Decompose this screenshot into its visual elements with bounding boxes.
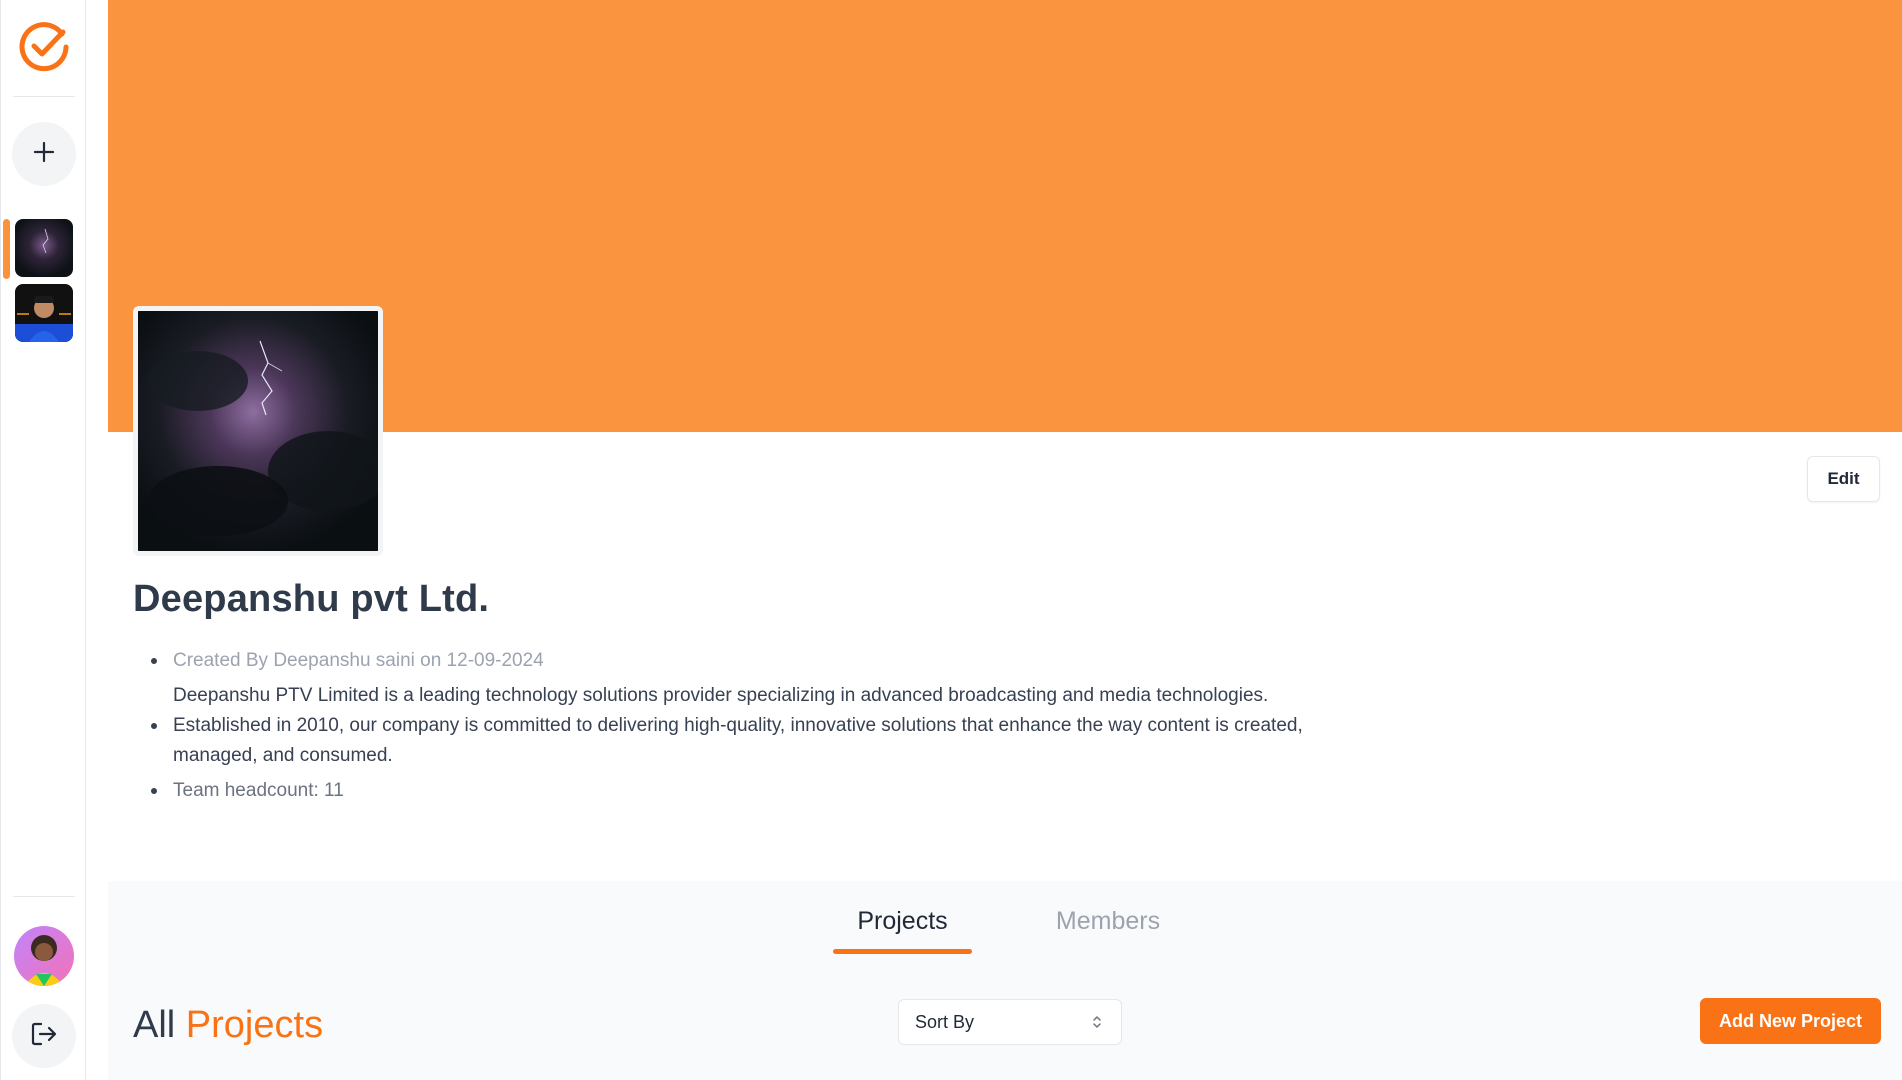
organization-name: Deepanshu pvt Ltd. [133,578,490,620]
tab-members[interactable]: Members [1043,907,1173,936]
add-organization-button[interactable] [12,122,76,186]
edit-button[interactable]: Edit [1807,456,1880,502]
heading-accent: Projects [185,1004,324,1046]
sidebar-divider [13,896,75,897]
logout-icon [29,1019,59,1054]
all-projects-heading: All Projects [133,1004,323,1047]
user-avatar[interactable] [14,926,74,986]
logout-button[interactable] [12,1004,76,1068]
tab-bar: Projects Members [108,881,1902,961]
sort-by-select[interactable]: Sort By [898,999,1122,1045]
chevron-up-down-icon [1091,1013,1103,1036]
created-by-text: Created By Deepanshu saini on 12-09-2024 [133,646,1333,676]
app-root: Edit Deepanshu pvt Ltd. Created By Deepa… [0,0,1902,1080]
plus-icon [31,139,57,170]
active-org-indicator [3,219,10,279]
org-person-thumbnail[interactable] [15,284,73,342]
sidebar [0,0,86,1080]
organization-profile-image [133,306,383,556]
organization-info-list: Created By Deepanshu saini on 12-09-2024… [133,646,1333,806]
org-storm-thumbnail[interactable] [15,219,73,277]
add-new-project-button[interactable]: Add New Project [1700,998,1881,1044]
check-circle-logo-icon[interactable] [17,20,71,74]
tab-projects[interactable]: Projects [833,907,972,954]
sidebar-divider [13,96,75,97]
team-headcount: Team headcount: 11 [133,776,1333,806]
heading-prefix: All [133,1004,176,1046]
projects-section: Projects Members All Projects Sort By Ad… [108,881,1902,1080]
main-content: Edit Deepanshu pvt Ltd. Created By Deepa… [108,0,1902,1080]
organization-description: Deepanshu PTV Limited is a leading techn… [133,681,1333,771]
sort-by-label: Sort By [915,1011,975,1032]
